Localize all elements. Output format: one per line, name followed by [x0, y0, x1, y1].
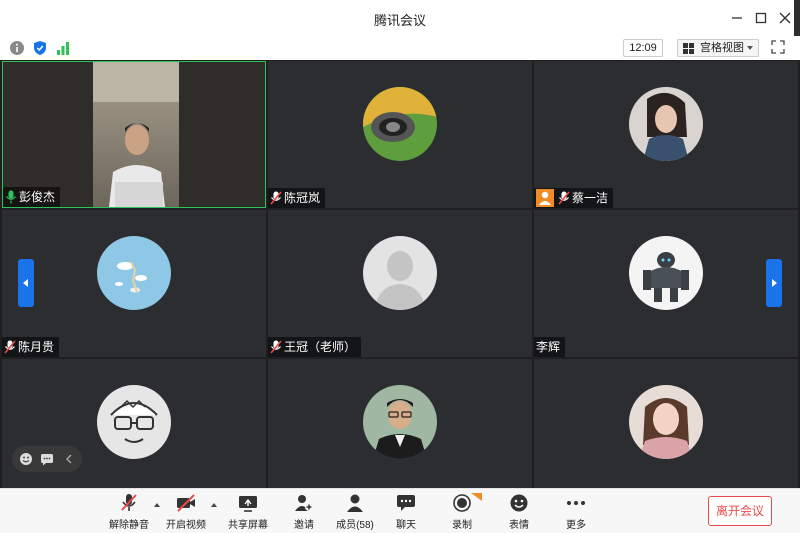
leave-meeting-button[interactable]: 离开会议: [708, 496, 772, 526]
participant-name-tag: 陈月贵: [2, 337, 60, 357]
mic-muted-icon: [270, 340, 282, 354]
record-button[interactable]: 录制: [442, 493, 482, 531]
maximize-icon: [755, 12, 767, 24]
mic-muted-icon: [270, 191, 282, 205]
collapse-icon[interactable]: [64, 452, 74, 466]
avatar: [363, 385, 437, 459]
avatar: [363, 236, 437, 310]
emoji-icon: [510, 494, 528, 512]
avatar: [97, 385, 171, 459]
chat-label: 聊天: [396, 520, 416, 531]
participant-tile[interactable]: 陈月贵: [2, 210, 266, 357]
chat-button[interactable]: 聊天: [386, 493, 426, 531]
fullscreen-icon[interactable]: [771, 40, 785, 54]
unmute-label: 解除静音: [109, 520, 149, 531]
participant-tile[interactable]: 王冠（老师）: [268, 210, 532, 357]
more-button[interactable]: 更多: [556, 493, 596, 531]
next-page-button[interactable]: [766, 259, 782, 307]
share-screen-icon: [239, 496, 257, 512]
participant-name-tag: 王冠（老师）: [268, 337, 362, 357]
participant-tile[interactable]: 陈冠岚: [268, 61, 532, 208]
chat-icon: [397, 495, 415, 511]
participant-name: 蔡一洁: [572, 191, 609, 205]
participant-tile[interactable]: 彭俊杰: [2, 61, 266, 208]
reactions-label: 表情: [509, 520, 529, 531]
view-mode-label: 宫格视图: [700, 42, 744, 54]
meeting-toolbar: 解除静音 开启视频 共享屏幕 邀请 成员(58) 聊天 录制 表情 更多 离开会…: [0, 488, 800, 533]
person-icon: [539, 191, 551, 205]
participant-name-tag: 彭俊杰: [3, 187, 61, 207]
emoji-icon[interactable]: [19, 452, 33, 466]
video-options-caret[interactable]: [211, 503, 217, 507]
shield-icon[interactable]: [32, 40, 48, 56]
avatar: [629, 87, 703, 161]
participant-name-tag: 陈冠岚: [268, 188, 326, 208]
meeting-window: 腾讯会议 12:09 宫格视图 彭俊杰 陈冠岚 蔡一洁 陈月贵 王冠（老师） 李…: [0, 0, 800, 533]
maximize-button[interactable]: [751, 8, 771, 28]
participant-tile[interactable]: [534, 359, 798, 488]
participant-tile[interactable]: 蔡一洁: [534, 61, 798, 208]
video-grid: 彭俊杰 陈冠岚 蔡一洁 陈月贵 王冠（老师） 李辉: [0, 60, 800, 488]
members-label: 成员(58): [336, 520, 374, 531]
mic-muted-icon: [4, 340, 16, 354]
participant-name: 王冠（老师）: [284, 340, 357, 354]
participant-name-tag: 蔡一洁: [534, 188, 614, 208]
mic-options-caret[interactable]: [154, 503, 160, 507]
video-background: [3, 62, 93, 207]
chevron-left-icon: [23, 279, 28, 287]
participant-tile[interactable]: 李辉: [534, 210, 798, 357]
view-mode-button[interactable]: 宫格视图: [677, 39, 759, 57]
info-icon[interactable]: [9, 40, 25, 56]
participant-name: 李辉: [536, 340, 561, 354]
participant-name-tag: 李辉: [534, 337, 566, 357]
previous-page-button[interactable]: [18, 259, 34, 307]
record-label: 录制: [452, 520, 472, 531]
mic-muted-icon: [121, 494, 137, 511]
meeting-clock: 12:09: [623, 39, 663, 57]
minimize-icon: [732, 17, 742, 19]
participant-name: 陈月贵: [18, 340, 55, 354]
unmute-button[interactable]: 解除静音: [106, 493, 152, 531]
participant-name: 陈冠岚: [284, 191, 321, 205]
reactions-button[interactable]: 表情: [499, 493, 539, 531]
chat-icon[interactable]: [40, 452, 54, 466]
add-user-icon: [295, 495, 313, 511]
close-icon: [779, 12, 791, 24]
host-badge: [536, 189, 554, 207]
close-button[interactable]: [775, 8, 795, 28]
start-video-button[interactable]: 开启视频: [163, 493, 209, 531]
status-bar: 12:09 宫格视图: [0, 36, 800, 60]
camera-off-icon: [177, 494, 195, 512]
participant-tile[interactable]: [268, 359, 532, 488]
avatar: [97, 236, 171, 310]
participant-name: 彭俊杰: [19, 190, 56, 204]
users-icon: [347, 494, 363, 512]
avatar: [363, 87, 437, 161]
window-title: 腾讯会议: [373, 13, 426, 28]
avatar: [629, 236, 703, 310]
title-bar: 腾讯会议: [0, 0, 800, 48]
start-video-label: 开启视频: [166, 520, 206, 531]
more-icon: [567, 501, 585, 505]
avatar: [629, 385, 703, 459]
participant-video: [93, 62, 179, 207]
share-screen-label: 共享屏幕: [228, 520, 268, 531]
invite-button[interactable]: 邀请: [284, 493, 324, 531]
grid-view-icon: [683, 43, 694, 54]
signal-icon[interactable]: [55, 40, 71, 56]
floating-quick-bar: [12, 446, 82, 472]
video-background: [179, 62, 265, 207]
record-icon: [453, 493, 482, 512]
chevron-right-icon: [772, 279, 777, 287]
more-label: 更多: [566, 520, 586, 531]
minimize-button[interactable]: [727, 8, 747, 28]
mic-muted-icon: [558, 191, 570, 205]
chevron-down-icon: [747, 46, 753, 50]
members-button[interactable]: 成员(58): [331, 493, 379, 531]
share-screen-button[interactable]: 共享屏幕: [225, 493, 271, 531]
mic-on-icon: [6, 190, 16, 204]
invite-label: 邀请: [294, 520, 314, 531]
